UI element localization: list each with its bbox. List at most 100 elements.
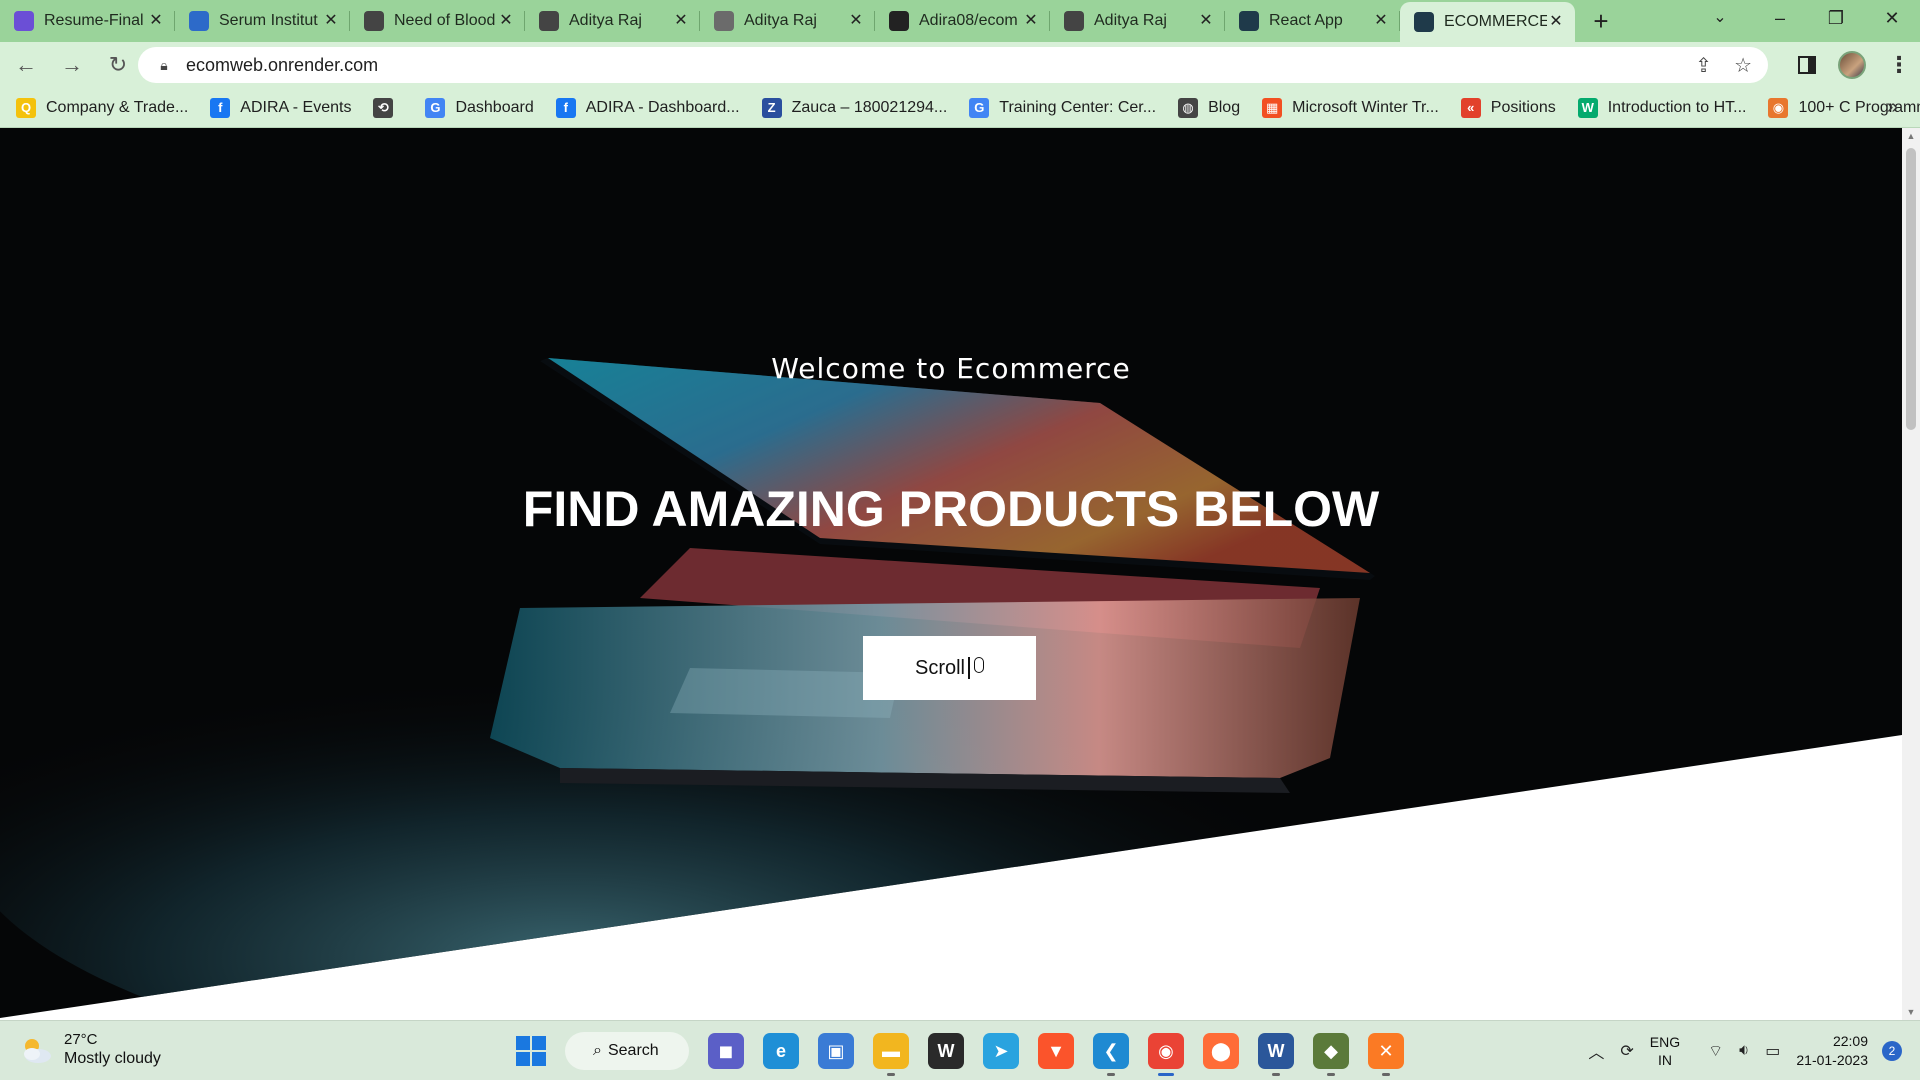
scroll-down-arrow-icon[interactable]: ▼	[1902, 1004, 1920, 1020]
app-glyph: ⬤	[1210, 1040, 1232, 1061]
app-glyph: ▬	[882, 1040, 900, 1061]
bookmark-item[interactable]: ◍ Blog	[1178, 97, 1240, 118]
git-icon[interactable]: ◆	[1313, 1033, 1349, 1076]
bookmark-label: Positions	[1490, 98, 1556, 116]
close-tab-icon[interactable]: ✕	[672, 12, 690, 30]
browser-tab[interactable]: React App ✕	[1225, 0, 1400, 42]
close-tab-icon[interactable]: ✕	[1547, 13, 1565, 31]
bookmark-item[interactable]: ▦ Microsoft Winter Tr...	[1262, 97, 1439, 118]
windows-start-icon[interactable]	[516, 1036, 546, 1066]
lock-icon[interactable]: 🔒︎	[146, 57, 182, 74]
system-tray: ︿ ⟳ ENG IN ⌔ 🔉︎ ▭ 22:09 21-01-2023 2	[1588, 1021, 1920, 1080]
microsoft-icon: ▦	[1262, 97, 1283, 118]
scroll-button[interactable]: Scroll	[863, 636, 1036, 700]
hero-banner: Welcome to Ecommerce FIND AMAZING PRODUC…	[0, 128, 1902, 1018]
close-tab-icon[interactable]: ✕	[847, 12, 865, 30]
browser-menu-icon[interactable]: ⋮	[1888, 54, 1910, 76]
bookmark-item[interactable]: W Introduction to HT...	[1577, 97, 1746, 118]
chevron-up-icon[interactable]: ︿	[1588, 1039, 1604, 1063]
word-icon[interactable]: W	[1258, 1033, 1294, 1076]
predator-icon[interactable]: W	[928, 1033, 964, 1069]
close-tab-icon[interactable]: ✕	[497, 12, 515, 30]
taskbar-search[interactable]: ⌕ Search	[565, 1032, 689, 1070]
close-tab-icon[interactable]: ✕	[1372, 12, 1390, 30]
bookmark-item[interactable]: « Positions	[1460, 97, 1556, 118]
edge-icon[interactable]: e	[763, 1033, 799, 1069]
wifi-icon[interactable]: ⌔	[1708, 1041, 1723, 1061]
bookmark-star-icon[interactable]: ☆	[1734, 53, 1752, 78]
notification-badge[interactable]: 2	[1882, 1041, 1902, 1061]
close-tab-icon[interactable]: ✕	[147, 12, 165, 30]
sheets-icon	[14, 11, 34, 31]
weather-widget[interactable]: 27°C Mostly cloudy	[18, 1031, 161, 1069]
more-bookmarks-icon[interactable]: »	[1887, 96, 1898, 119]
minimize-button[interactable]: –	[1752, 0, 1808, 36]
forward-button[interactable]: →	[52, 45, 92, 85]
close-window-button[interactable]: ✕	[1864, 0, 1920, 36]
file-explorer-icon[interactable]: ▬	[873, 1033, 909, 1076]
github-icon	[889, 11, 909, 31]
running-indicator	[887, 1073, 895, 1076]
running-indicator	[1382, 1073, 1390, 1076]
back-button[interactable]: ←	[6, 45, 46, 85]
reload-button[interactable]: ↻	[98, 45, 138, 85]
clock[interactable]: 22:09 21-01-2023	[1796, 1032, 1868, 1070]
tab-title: Aditya Raj	[744, 12, 817, 29]
new-tab-button[interactable]: +	[1583, 3, 1619, 39]
brave-icon[interactable]: ▼	[1038, 1033, 1074, 1069]
tab-title: Need of Blood	[394, 12, 496, 29]
vertical-scrollbar[interactable]: ▲ ▼	[1902, 128, 1920, 1020]
vscode-icon[interactable]: ❮	[1093, 1033, 1129, 1076]
course-icon: ◉	[1768, 97, 1789, 118]
battery-icon[interactable]: ▭	[1765, 1041, 1780, 1061]
bookmark-item[interactable]: f ADIRA - Events	[210, 97, 352, 118]
app-glyph: W	[1267, 1040, 1285, 1061]
close-tab-icon[interactable]: ✕	[322, 12, 340, 30]
browser-tab[interactable]: Aditya Raj ✕	[525, 0, 700, 42]
bookmark-item[interactable]: f ADIRA - Dashboard...	[555, 97, 740, 118]
serum-icon	[189, 11, 209, 31]
sync-icon[interactable]: ⟳	[1620, 1041, 1633, 1061]
tab-title: Aditya Raj	[569, 12, 642, 29]
browser-tab[interactable]: Need of Blood ✕	[350, 0, 525, 42]
bookmark-label: ADIRA - Events	[240, 98, 352, 116]
tab-search-chevron-icon[interactable]: ⌄	[1700, 0, 1740, 36]
xampp-icon[interactable]: ✕	[1368, 1033, 1404, 1076]
volume-icon[interactable]: 🔉︎	[1739, 1042, 1749, 1060]
tab-title: Aditya Raj	[1094, 12, 1167, 29]
app-glyph: ◉	[1158, 1040, 1174, 1061]
bookmark-item[interactable]: G Dashboard	[425, 97, 534, 118]
tab-title: ECOMMERCE	[1444, 13, 1547, 30]
bookmark-item[interactable]: ⟲	[373, 97, 403, 118]
url-text[interactable]: ecomweb.onrender.com	[186, 55, 378, 76]
telegram-icon[interactable]: ➤	[983, 1033, 1019, 1069]
restore-button[interactable]: ❐	[1808, 0, 1864, 36]
scroll-up-arrow-icon[interactable]: ▲	[1902, 128, 1920, 144]
browser-tab[interactable]: Aditya Raj ✕	[1050, 0, 1225, 42]
language-indicator[interactable]: ENG IN	[1650, 1033, 1680, 1069]
browser-tab[interactable]: Resume-Final ✕	[0, 0, 175, 42]
bookmark-item[interactable]: Q Company & Trade...	[16, 97, 189, 118]
browser-tab[interactable]: Aditya Raj ✕	[700, 0, 875, 42]
share-icon[interactable]: ⇪	[1695, 53, 1712, 78]
browser-tab[interactable]: Serum Institut ✕	[175, 0, 350, 42]
taskbar-search-label: Search	[607, 1042, 659, 1059]
close-tab-icon[interactable]: ✕	[1022, 12, 1040, 30]
browser-tab[interactable]: ECOMMERCE ✕	[1400, 2, 1575, 42]
scrollbar-thumb[interactable]	[1906, 148, 1916, 430]
side-panel-icon[interactable]	[1798, 56, 1816, 74]
bookmark-label: Company & Trade...	[46, 98, 189, 116]
bookmark-item[interactable]: Z Zauca – 180021294...	[761, 97, 947, 118]
address-bar[interactable]: 🔒︎ ecomweb.onrender.com ⇪ ☆	[138, 47, 1768, 83]
app-glyph: ▼	[1047, 1040, 1065, 1061]
close-tab-icon[interactable]: ✕	[1197, 12, 1215, 30]
store-icon[interactable]: ▣	[818, 1033, 854, 1069]
teams-icon[interactable]: ◼	[708, 1033, 744, 1069]
clock-date: 21-01-2023	[1796, 1052, 1868, 1068]
profile-avatar[interactable]	[1838, 51, 1866, 79]
postman-icon[interactable]: ⬤	[1203, 1033, 1239, 1069]
browser-tab[interactable]: Adira08/ecom ✕	[875, 0, 1050, 42]
globe-icon: ◍	[1178, 97, 1199, 118]
chrome-icon[interactable]: ◉	[1142, 1027, 1190, 1076]
bookmark-item[interactable]: G Training Center: Cer...	[969, 97, 1156, 118]
